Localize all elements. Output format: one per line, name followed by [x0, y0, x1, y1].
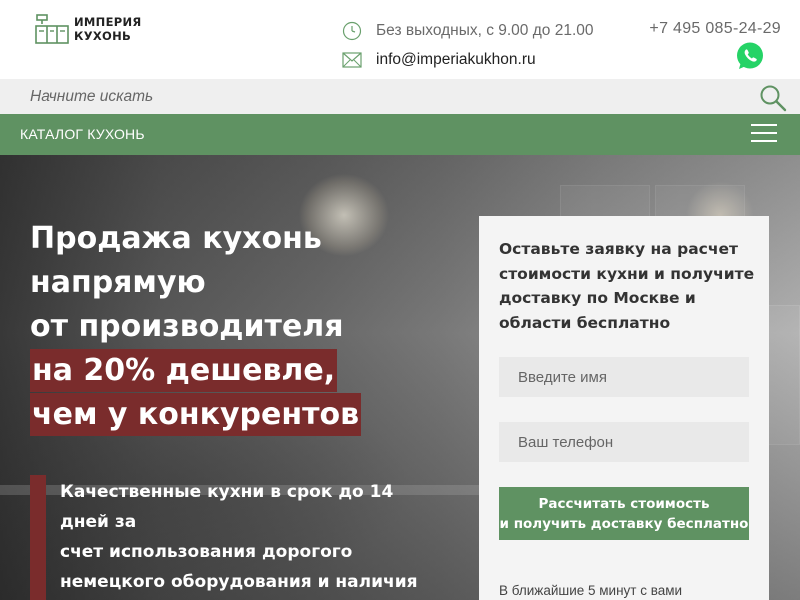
calculate-cost-button[interactable]: Рассчитать стоимость и получить доставку…: [499, 487, 749, 540]
logo-line-1: ИМПЕРИЯ: [74, 15, 142, 29]
search-input[interactable]: [0, 79, 740, 114]
search-bar: [0, 79, 800, 114]
logo[interactable]: ИМПЕРИЯ КУХОНЬ: [34, 12, 144, 46]
menu-icon[interactable]: [751, 124, 777, 144]
catalog-bar: КАТАЛОГ КУХОНЬ: [0, 114, 800, 155]
hero-title-line: напрямую: [30, 265, 206, 300]
callback-form: Оставьте заявку на расчет стоимости кухн…: [479, 216, 769, 600]
hero-title-line: от производителя: [30, 309, 344, 344]
clock-icon: [342, 21, 362, 41]
form-title: Оставьте заявку на расчет стоимости кухн…: [499, 240, 755, 332]
header: ИМПЕРИЯ КУХОНЬ Без выходных, с 9.00 до 2…: [0, 0, 800, 79]
hero-title: Продажа кухонь напрямую от производителя…: [30, 217, 362, 437]
email-contact[interactable]: info@imperiakukhon.ru: [342, 51, 536, 69]
button-line-2: и получить доставку бесплатно: [499, 515, 749, 532]
hero-title-line: Продажа кухонь: [30, 221, 322, 256]
email-link[interactable]: info@imperiakukhon.ru: [376, 51, 536, 69]
catalog-menu-link[interactable]: КАТАЛОГ КУХОНЬ: [20, 126, 145, 142]
feature-line: счет использования дорогого: [60, 542, 353, 562]
logo-line-2: КУХОНЬ: [74, 29, 132, 43]
hero-features: Качественные кухни в срок до 14 дней за …: [30, 475, 470, 600]
logo-text: ИМПЕРИЯ КУХОНЬ: [74, 15, 142, 43]
feature-line: немецкого оборудования и наличия: [60, 572, 418, 592]
feature-line: дней за: [60, 512, 137, 532]
form-note: В ближайшие 5 минут с вами: [499, 583, 683, 598]
hero-highlight-line: чем у конкурентов: [30, 393, 362, 436]
feature-line: Качественные кухни в срок до 14: [60, 482, 394, 502]
phone-link[interactable]: +7 495 085-24-29: [649, 20, 781, 38]
hero-highlight-line: на 20% дешевле,: [30, 349, 338, 392]
working-hours: Без выходных, с 9.00 до 21.00: [342, 21, 594, 41]
name-field[interactable]: [499, 357, 749, 397]
mail-icon: [342, 52, 362, 68]
whatsapp-icon[interactable]: [735, 41, 765, 71]
button-line-1: Рассчитать стоимость: [538, 495, 710, 512]
kitchen-logo-icon: [35, 14, 69, 44]
hours-text: Без выходных, с 9.00 до 21.00: [376, 22, 594, 39]
search-icon[interactable]: [759, 84, 787, 112]
phone-field[interactable]: [499, 422, 749, 462]
